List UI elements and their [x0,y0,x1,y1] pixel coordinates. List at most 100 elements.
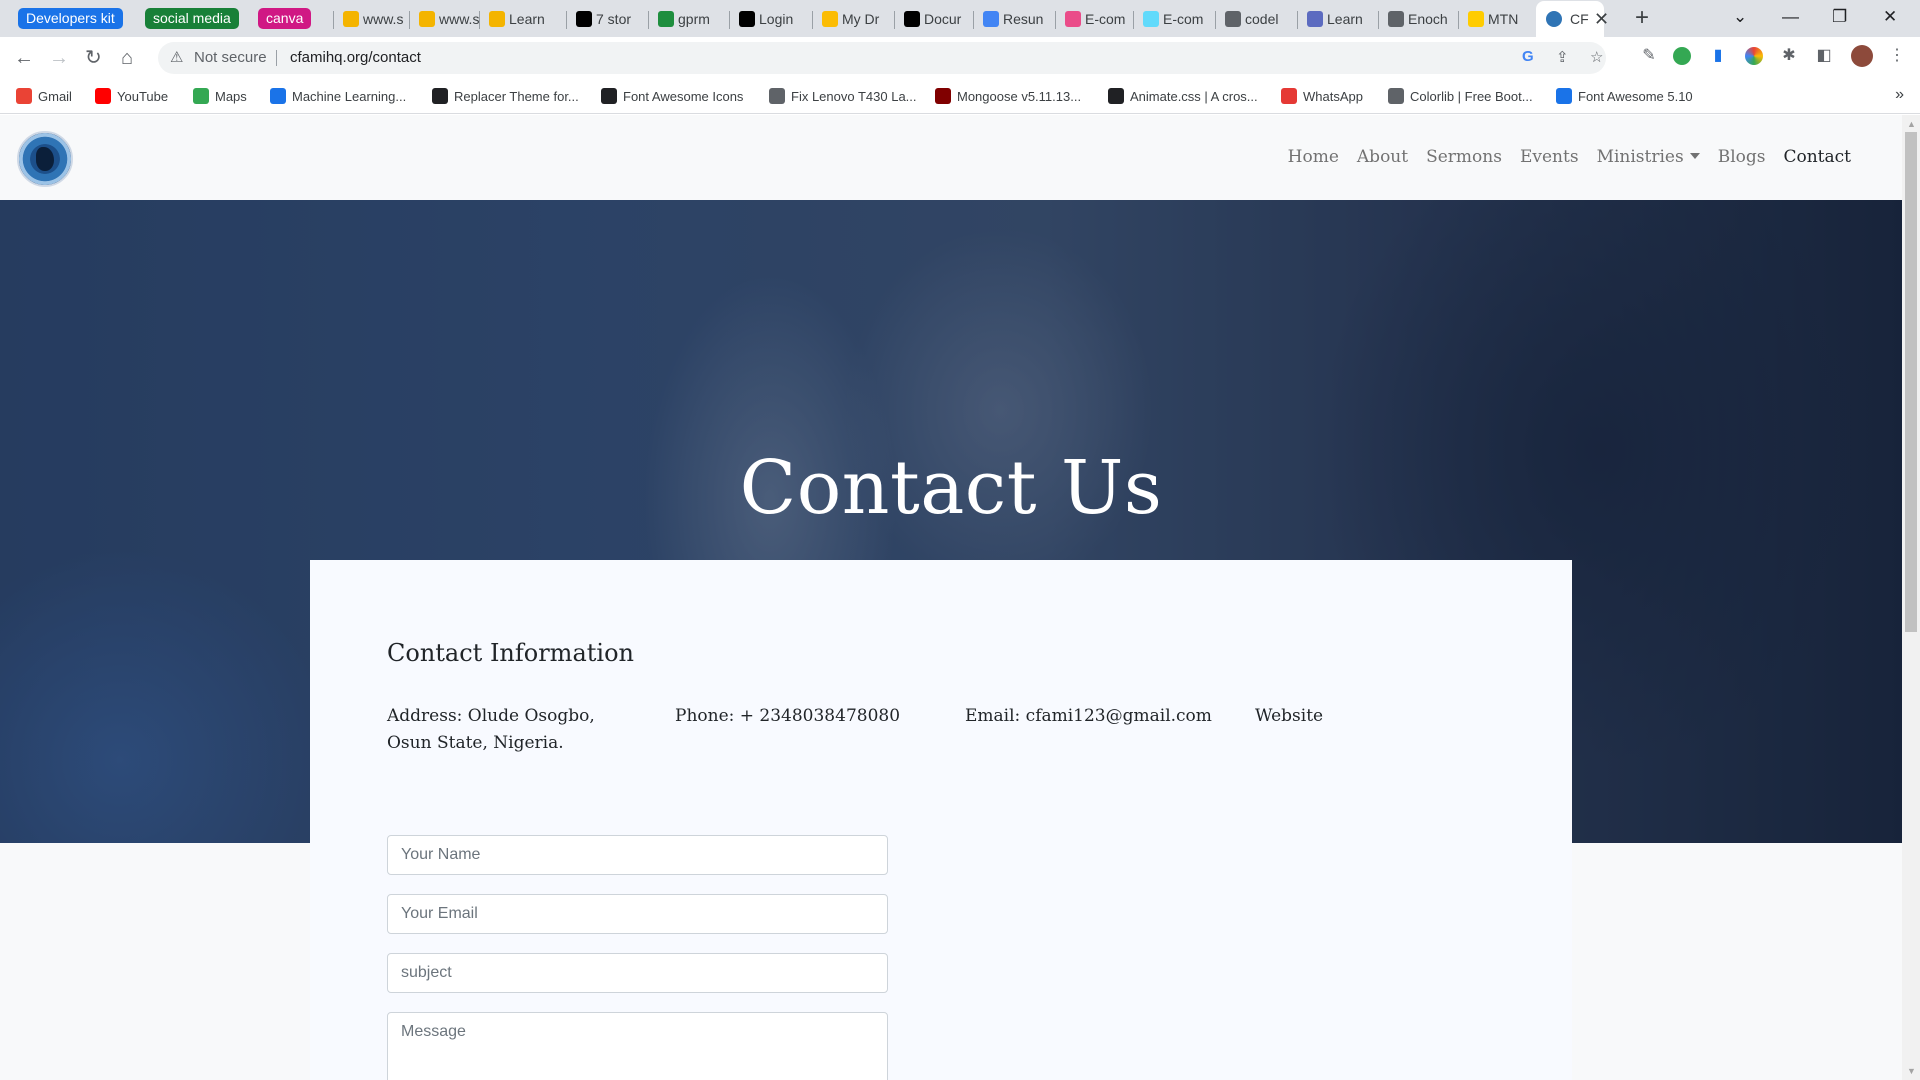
tab-separator [333,11,334,29]
bookmark-item[interactable]: Maps [193,88,247,105]
google-lens-icon[interactable]: G [1522,48,1534,65]
home-button[interactable]: ⌂ [121,47,133,69]
tab-group-canva[interactable]: canva [258,8,312,29]
tab-group-developers-kit[interactable]: Developers kit [18,8,123,29]
tab-group-social-media[interactable]: social media [145,8,239,29]
profile-avatar[interactable] [1851,45,1873,67]
url-text[interactable]: cfamihq.org/contact [290,49,421,66]
bookmarks-more-icon[interactable]: » [1895,86,1904,104]
tab-2[interactable]: www.s [415,8,479,30]
scroll-up-arrow-icon[interactable]: ▲ [1907,119,1916,129]
mtn-icon [1468,11,1484,27]
site-logo-icon [1546,11,1562,27]
bookmark-label: YouTube [117,89,169,104]
close-window-button[interactable]: ✕ [1883,5,1897,29]
tab-4[interactable]: 7 stor [572,8,636,30]
nav-link-blogs[interactable]: Blogs [1709,145,1775,169]
scroll-down-arrow-icon[interactable]: ▼ [1907,1066,1916,1076]
bookmark-item[interactable]: Replacer Theme for... [432,88,579,105]
minimize-button[interactable]: — [1782,5,1799,29]
tab-separator [812,11,813,29]
subject-input[interactable] [387,953,888,993]
new-tab-button[interactable]: + [1635,6,1649,30]
tab-label: E-com [1163,11,1203,27]
browser-tab-strip: Developers kit social media canva www.s w… [0,0,1920,37]
nav-links: Home About Sermons Events Ministries Blogs Con… [1279,145,1860,169]
bookmark-item[interactable]: Fix Lenovo T430 La... [769,88,917,105]
bookmark-item[interactable]: Font Awesome Icons [601,88,743,105]
drive-icon [822,11,838,27]
back-button[interactable]: ← [14,47,34,69]
tab-8[interactable]: Docur [900,8,964,30]
maps-icon [193,88,209,104]
scrollbar-thumb[interactable] [1905,132,1917,632]
address-bar[interactable]: ⚠ Not secure cfamihq.org/contact G ⇪ ☆ [158,42,1606,74]
warning-icon[interactable]: ⚠ [170,48,183,66]
nav-link-about[interactable]: About [1348,145,1417,169]
bookmark-item[interactable]: Gmail [16,88,72,105]
forward-button[interactable]: → [49,47,69,69]
tab-search-button[interactable]: ⌄ [1733,5,1747,29]
tab-11[interactable]: E-com [1139,8,1203,30]
bookmark-item[interactable]: Animate.css | A cros... [1108,88,1258,105]
bookmark-item[interactable]: WhatsApp [1281,88,1363,105]
bookmark-icon [489,11,505,27]
bookmark-item[interactable]: YouTube [95,88,168,105]
nav-link-events[interactable]: Events [1511,145,1588,169]
tab-label: MTN [1488,11,1519,27]
not-secure-label[interactable]: Not secure [194,49,267,66]
bookmark-item[interactable]: Colorlib | Free Boot... [1388,88,1533,105]
extension-pen-icon[interactable]: ✎ [1640,47,1658,65]
message-textarea[interactable] [387,1012,888,1080]
contact-address: Address: Olude Osogbo, Osun State, Niger… [387,706,595,753]
bookmark-star-icon[interactable]: ☆ [1590,48,1603,66]
tab-label: My Dr [842,11,880,27]
nav-link-sermons[interactable]: Sermons [1417,145,1511,169]
tab-10[interactable]: E-com [1061,8,1125,30]
site-logo[interactable] [17,131,73,187]
tab-1[interactable]: www.s [339,8,403,30]
tab-5[interactable]: gprm [654,8,718,30]
bookmark-item[interactable]: Font Awesome 5.10 [1556,88,1693,105]
browser-menu-icon[interactable]: ⋮ [1888,47,1906,65]
tab-separator [1458,11,1459,29]
bookmark-icon [343,11,359,27]
restore-button[interactable]: ❐ [1832,5,1847,29]
tab-13[interactable]: Learn [1303,8,1367,30]
tab-7[interactable]: My Dr [818,8,882,30]
tab-12[interactable]: codel [1221,8,1285,30]
tab-14[interactable]: Enoch [1384,8,1448,30]
extension-green-icon[interactable] [1673,47,1691,65]
dropdown-caret-icon [1689,153,1700,159]
name-input[interactable] [387,835,888,875]
tab-15[interactable]: MTN [1464,8,1528,30]
contact-website[interactable]: Website [1255,703,1455,730]
tab-9[interactable]: Resun [979,8,1043,30]
globe-icon [769,88,785,104]
diamond-icon [1108,88,1124,104]
nav-link-contact[interactable]: Contact [1774,145,1860,169]
page-scrollbar[interactable]: ▲ ▼ [1902,115,1920,1080]
contact-email: Email: cfami123@gmail.com [965,706,1212,726]
tab-3[interactable]: Learn [485,8,549,30]
whatsapp-icon [1281,88,1297,104]
nav-link-ministries[interactable]: Ministries [1588,145,1709,169]
contact-card: Contact Information Address: Olude Osogb… [310,560,1572,1080]
bookmark-item[interactable]: Machine Learning... [270,88,406,105]
extension-bookmark-icon[interactable]: ▮ [1709,47,1727,65]
extension-color-icon[interactable] [1745,47,1763,65]
reload-button[interactable]: ↻ [85,47,102,69]
tab-label: Learn [509,11,545,27]
close-tab-icon[interactable]: ✕ [1594,8,1609,30]
side-panel-icon[interactable]: ◧ [1815,47,1833,65]
share-icon[interactable]: ⇪ [1556,48,1569,66]
tab-label: Login [759,11,794,27]
page-viewport: Home About Sermons Events Ministries Blogs Con… [0,115,1902,1080]
docs-icon [983,11,999,27]
nav-link-home[interactable]: Home [1279,145,1348,169]
bookmark-item[interactable]: Mongoose v5.11.13... [935,88,1081,105]
tab-6[interactable]: Login [735,8,799,30]
react-icon [1143,11,1159,27]
email-input[interactable] [387,894,888,934]
extensions-puzzle-icon[interactable]: ✱ [1780,47,1798,65]
